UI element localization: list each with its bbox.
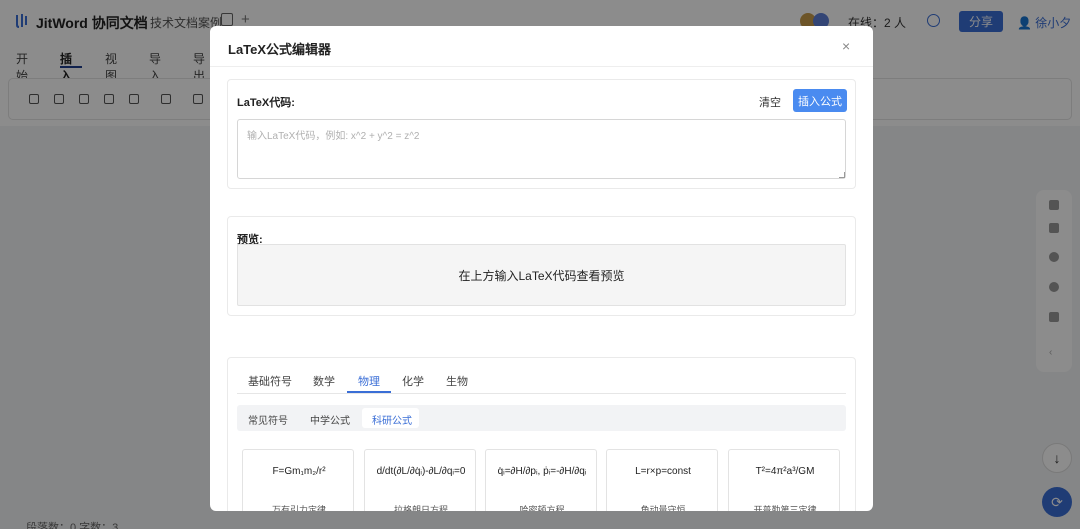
formula-text: T²=4π²a³/GM	[755, 466, 815, 477]
preview-section: 预览: 在上方输入LaTeX代码查看预览	[227, 216, 856, 316]
tab-physics[interactable]: 物理	[358, 373, 380, 389]
preview-box: 在上方输入LaTeX代码查看预览	[237, 244, 846, 306]
close-icon[interactable]: ×	[842, 38, 850, 54]
formula-card[interactable]: d/dt(∂L/∂q̇ᵢ)-∂L/∂qᵢ=0 拉格朗日方程	[364, 449, 476, 511]
formula-card[interactable]: q̇ᵢ=∂H/∂pᵢ, ṗᵢ=-∂H/∂qᵢ 哈密顿方程	[485, 449, 597, 511]
latex-code-section: LaTeX代码: 清空 插入公式	[227, 79, 856, 189]
insert-formula-button[interactable]: 插入公式	[793, 89, 847, 112]
clear-button[interactable]: 清空	[759, 94, 781, 110]
dialog-title: LaTeX公式编辑器	[228, 42, 332, 57]
resize-handle-icon[interactable]	[839, 172, 845, 178]
subtab-middle-school[interactable]: 中学公式	[310, 412, 350, 427]
formula-card[interactable]: L=r×p=const 角动量守恒	[606, 449, 718, 511]
tab-chemistry[interactable]: 化学	[402, 373, 424, 389]
latex-code-label: LaTeX代码:	[237, 97, 295, 109]
tab-biology[interactable]: 生物	[446, 373, 468, 389]
tab-basic-symbols[interactable]: 基础符号	[248, 373, 292, 389]
formula-label: 开普勒第三定律	[753, 505, 817, 511]
latex-editor-dialog: LaTeX公式编辑器 × LaTeX代码: 清空 插入公式 预览: 在上方输入L…	[210, 26, 873, 511]
subtab-common-symbols[interactable]: 常见符号	[248, 412, 288, 427]
formula-label: 角动量守恒	[640, 505, 686, 511]
formula-text: d/dt(∂L/∂q̇ᵢ)-∂L/∂qᵢ=0	[376, 466, 466, 477]
subcategory-bar: 常见符号 中学公式 科研公式	[237, 405, 846, 431]
formula-text: q̇ᵢ=∂H/∂pᵢ, ṗᵢ=-∂H/∂qᵢ	[497, 466, 587, 477]
active-tab-underline	[347, 391, 391, 393]
formula-card[interactable]: F=Gm₁m₂/r² 万有引力定律	[242, 449, 354, 511]
tabs-divider	[237, 393, 846, 394]
formula-library: 基础符号 数学 物理 化学 生物 常见符号 中学公式 科研公式 F=Gm₁m₂/…	[227, 357, 856, 511]
latex-code-input[interactable]	[237, 119, 846, 179]
formula-text: L=r×p=const	[635, 466, 691, 477]
formula-label: 万有引力定律	[271, 505, 326, 511]
subtab-research[interactable]: 科研公式	[372, 412, 412, 427]
dialog-header: LaTeX公式编辑器 ×	[210, 26, 873, 67]
formula-label: 拉格朗日方程	[393, 505, 448, 511]
formula-label: 哈密顿方程	[519, 505, 565, 511]
formula-text: F=Gm₁m₂/r²	[272, 466, 326, 477]
tab-math[interactable]: 数学	[313, 373, 335, 389]
formula-card[interactable]: T²=4π²a³/GM 开普勒第三定律	[728, 449, 840, 511]
